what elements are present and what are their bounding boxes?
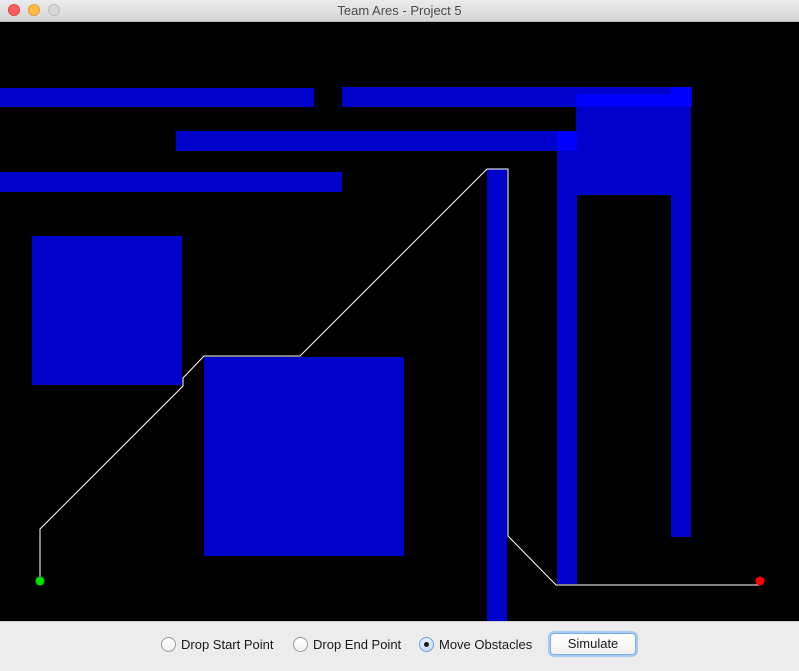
drop-end-point-option[interactable]: Drop End Point <box>293 637 401 652</box>
drop-end-point-label: Drop End Point <box>313 637 402 652</box>
app-window: Team Ares - Project 5 Drop Start Point D… <box>0 0 799 671</box>
control-panel: Drop Start Point Drop End Point Move Obs… <box>0 621 799 671</box>
start-point[interactable] <box>35 576 45 586</box>
window-title: Team Ares - Project 5 <box>337 3 462 18</box>
obstacle[interactable] <box>557 131 577 584</box>
obstacle-field[interactable] <box>0 22 799 621</box>
obstacle-overlap <box>671 87 691 107</box>
obstacle[interactable] <box>32 236 182 385</box>
obstacle[interactable] <box>671 87 691 537</box>
obstacle-overlap <box>576 94 671 107</box>
title-bar: Team Ares - Project 5 <box>0 0 799 22</box>
move-obstacles-radio[interactable] <box>419 637 434 652</box>
drop-start-point-option[interactable]: Drop Start Point <box>161 637 274 652</box>
obstacle[interactable] <box>0 88 314 107</box>
simulation-canvas[interactable] <box>0 22 799 621</box>
obstacle[interactable] <box>576 94 671 195</box>
obstacle[interactable] <box>487 169 507 621</box>
obstacle[interactable] <box>176 131 576 151</box>
drop-end-point-radio[interactable] <box>293 637 308 652</box>
obstacle-overlap <box>557 131 577 151</box>
obstacle[interactable] <box>204 357 404 556</box>
simulate-button[interactable]: Simulate <box>550 633 636 655</box>
drop-start-point-label: Drop Start Point <box>181 637 274 652</box>
obstacle[interactable] <box>0 172 342 192</box>
end-point[interactable] <box>755 576 765 586</box>
move-obstacles-option[interactable]: Move Obstacles <box>419 637 532 652</box>
move-obstacles-label: Move Obstacles <box>439 637 533 652</box>
drop-start-point-radio[interactable] <box>161 637 176 652</box>
